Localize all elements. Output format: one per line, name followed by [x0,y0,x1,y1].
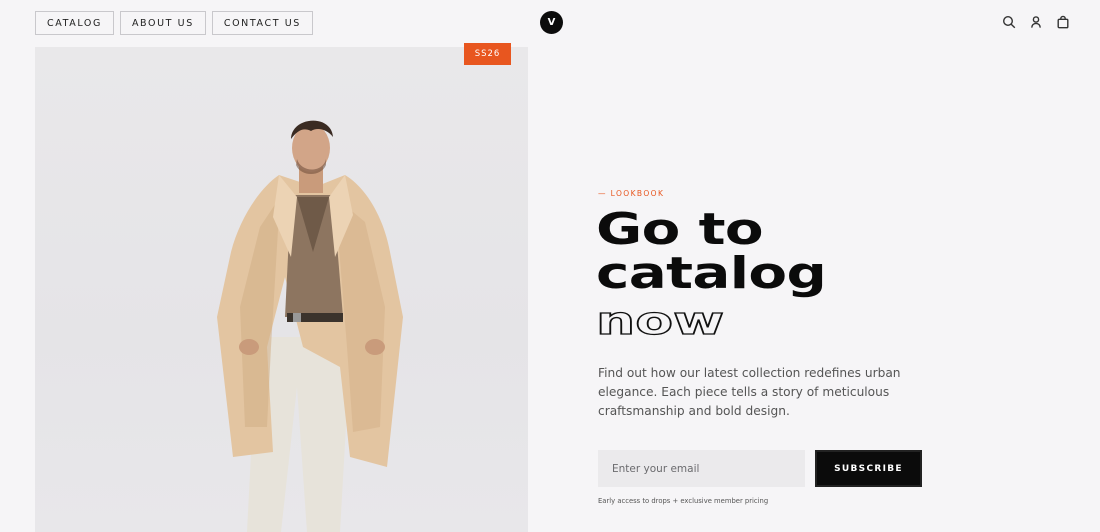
section-kicker: — LOOKBOOK [598,189,665,198]
brand-logo[interactable]: V [540,11,563,34]
intro-paragraph: Find out how our latest collection redef… [598,366,901,418]
headline: Go to catalog [596,208,827,299]
hero-image [35,47,528,532]
main-nav: CATALOG ABOUT US CONTACT US [35,11,313,35]
headline-line-2: catalog [596,248,827,299]
search-icon[interactable] [1002,15,1016,29]
nav-contact-us-button[interactable]: CONTACT US [211,11,313,35]
season-badge: SS26 [464,43,511,65]
headline-outline-word: now [595,298,725,343]
header-icons [1002,15,1070,29]
nav-catalog-button[interactable]: CATALOG [35,11,114,35]
email-input[interactable] [598,450,805,487]
nav-about-us-button[interactable]: ABOUT US [119,11,206,35]
signup-note: Early access to drops + exclusive member… [598,497,769,505]
subscribe-button[interactable]: SUBSCRIBE [815,450,922,487]
model-illustration [217,120,403,532]
page: CATALOG ABOUT US CONTACT US V SS26 — LOO… [0,0,1100,532]
bag-icon[interactable] [1056,15,1070,29]
user-icon[interactable] [1029,15,1043,29]
